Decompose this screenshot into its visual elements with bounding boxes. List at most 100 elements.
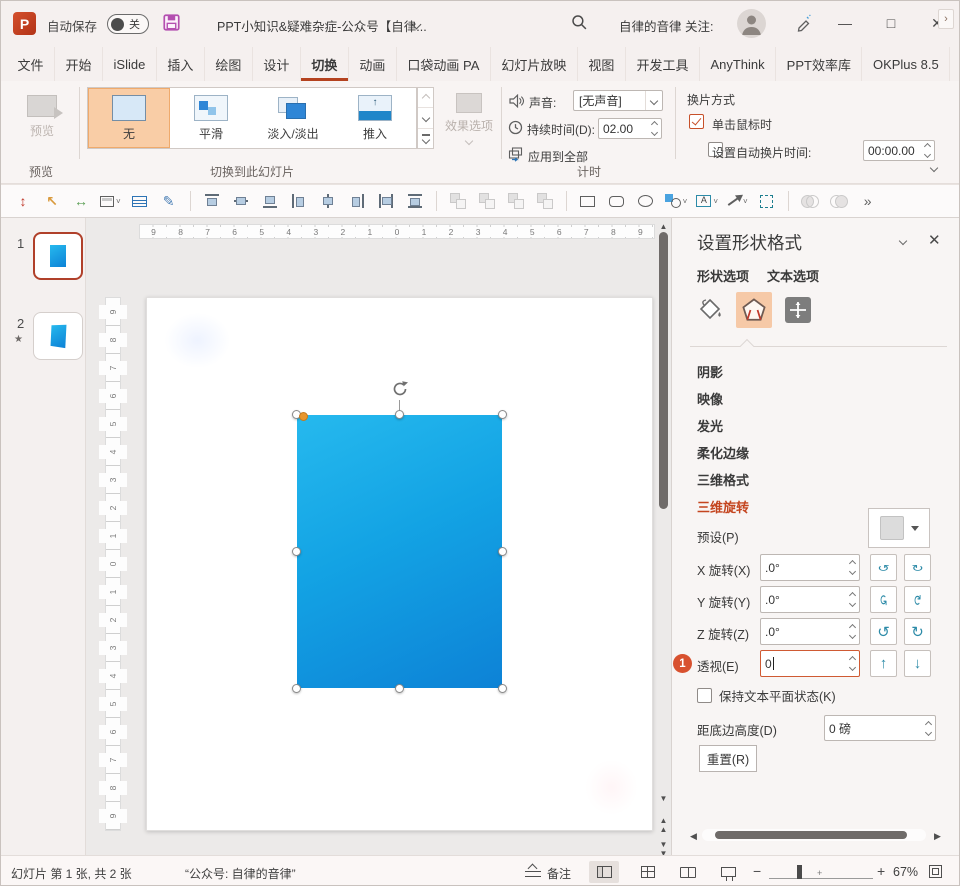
table-rows-button[interactable] [130, 190, 150, 212]
format-painter-button[interactable]: ✎ [159, 190, 179, 212]
zoom-slider-thumb[interactable] [797, 865, 802, 879]
select-object-button[interactable]: ↖ [42, 190, 62, 212]
pen-icon[interactable] [795, 14, 813, 32]
keep-text-flat-label[interactable]: 保持文本平面状态(K) [719, 686, 836, 705]
panel-close-button[interactable]: ✕ [928, 231, 941, 249]
z-rotation-input[interactable]: .0° [760, 618, 860, 645]
ribbon-tab[interactable]: OKPlus 8.5 [861, 47, 949, 81]
notes-icon[interactable] [525, 866, 541, 878]
slide-canvas[interactable] [146, 297, 653, 831]
advance-after-spinner[interactable]: 00:00.00 [863, 140, 935, 161]
perspective-increase-button[interactable]: ↑ [870, 650, 897, 677]
marquee-select-button[interactable] [757, 190, 777, 212]
z-rotate-right-button[interactable]: ↻ [904, 618, 931, 645]
scroll-left-icon[interactable]: ◀ [690, 831, 697, 842]
resize-handle-top-right[interactable] [498, 410, 507, 419]
tab-overflow-button[interactable]: › [938, 9, 954, 29]
on-mouse-click-label[interactable]: 单击鼠标时 [712, 116, 772, 133]
preview-button[interactable]: 预览 [15, 89, 69, 155]
size-properties-button[interactable] [780, 292, 816, 328]
gallery-more-button[interactable] [418, 129, 433, 148]
effects-section-item[interactable]: 三维格式 [697, 466, 749, 493]
resize-handle-bottom[interactable] [395, 684, 404, 693]
scrollbar-track[interactable] [702, 829, 926, 841]
align-left-button[interactable] [289, 190, 309, 212]
align-middle-button[interactable] [231, 190, 251, 212]
combobox-dropdown-icon[interactable] [645, 91, 657, 110]
spinner-arrows[interactable] [845, 593, 855, 606]
advance-after-label[interactable]: 设置自动换片时间: [712, 144, 811, 161]
resize-handle-right[interactable] [498, 547, 507, 556]
x-rotate-left-button[interactable]: ↺ [870, 554, 897, 581]
transition-push-item[interactable]: ↑推入 [334, 88, 416, 148]
transition-fade-item[interactable]: 淡入/淡出 [252, 88, 334, 148]
reset-button[interactable]: 重置(R) [699, 745, 757, 772]
shapes-gallery-button[interactable]: ˅ [665, 190, 688, 212]
spinner-arrows[interactable] [845, 657, 855, 670]
spinner-arrows[interactable] [845, 625, 855, 638]
effects-section-item[interactable]: 映像 [697, 385, 749, 412]
slide-sorter-view-button[interactable] [633, 861, 663, 883]
align-bottom-button[interactable] [260, 190, 280, 212]
collapse-ribbon-icon[interactable] [930, 164, 938, 172]
fill-line-button[interactable] [692, 292, 728, 328]
effects-button[interactable] [736, 292, 772, 328]
zoom-in-button[interactable]: + [877, 863, 885, 879]
avatar[interactable] [737, 9, 766, 38]
ribbon-tab[interactable]: OK10 GC [949, 47, 960, 81]
align-top-button[interactable] [202, 190, 222, 212]
effects-section-item[interactable]: 阴影 [697, 358, 749, 385]
canvas-scroll-down-button[interactable]: ▼ [657, 794, 670, 803]
distribute-horizontal-button[interactable] [376, 190, 396, 212]
document-title[interactable]: PPT小知识&疑难杂症-公众号【自律... [217, 16, 427, 35]
placeholder-box-button[interactable]: ˅ [100, 190, 121, 212]
gallery-scroll-up-button[interactable] [418, 88, 433, 108]
resize-handle-bottom-right[interactable] [498, 684, 507, 693]
y-rotate-left-button[interactable]: ↺ [870, 586, 897, 613]
scrollbar-thumb[interactable] [715, 831, 907, 839]
slide-thumbnail[interactable] [33, 232, 83, 280]
ribbon-tab[interactable]: AnyThink [699, 47, 775, 81]
text-box-button[interactable]: ˅ [696, 190, 718, 212]
transition-morph-item[interactable]: 平滑 [170, 88, 252, 148]
distance-spinner[interactable]: 0 磅 [824, 715, 936, 741]
adjust-handle[interactable] [299, 412, 308, 421]
perspective-decrease-button[interactable]: ↓ [904, 650, 931, 677]
more-tools-button[interactable]: » [858, 190, 878, 212]
rectangle-shape-button[interactable] [578, 190, 598, 212]
next-slide-button[interactable]: ▼▼ [657, 840, 670, 855]
scroll-right-icon[interactable]: ▶ [934, 831, 941, 842]
resize-handle-bottom-left[interactable] [292, 684, 301, 693]
ribbon-tab[interactable]: 口袋动画 PA [396, 47, 490, 81]
y-rotate-right-button[interactable]: ↻ [904, 586, 931, 613]
panel-collapse-icon[interactable] [899, 237, 907, 245]
zoom-out-button[interactable]: − [753, 863, 761, 879]
normal-view-button[interactable] [589, 861, 619, 883]
slide-thumbnail[interactable] [33, 312, 83, 360]
minimize-button[interactable]: — [823, 1, 867, 45]
notes-label[interactable]: 备注 [547, 865, 571, 882]
distribute-vertical-button[interactable] [405, 190, 425, 212]
on-mouse-click-checkbox[interactable] [689, 114, 704, 129]
effects-section-item[interactable]: 发光 [697, 412, 749, 439]
spinner-arrows[interactable] [647, 122, 657, 135]
preset-dropdown[interactable] [868, 508, 930, 548]
ribbon-tab[interactable]: 插入 [156, 47, 204, 81]
ribbon-tab[interactable]: 开始 [54, 47, 102, 81]
rounded-rectangle-shape-button[interactable] [607, 190, 627, 212]
x-rotate-right-button[interactable]: ↻ [904, 554, 931, 581]
resize-handle-left[interactable] [292, 547, 301, 556]
ribbon-tab[interactable]: 文件 [7, 47, 54, 81]
previous-slide-button[interactable]: ▲▲ [657, 816, 670, 834]
ribbon-tab[interactable]: 视图 [577, 47, 625, 81]
keep-text-flat-checkbox[interactable] [697, 688, 712, 703]
account-text[interactable]: 自律的音律 关注: [619, 16, 713, 35]
rotate-handle-icon[interactable] [389, 378, 411, 400]
ribbon-tab[interactable]: 动画 [348, 47, 396, 81]
search-icon[interactable] [571, 14, 588, 31]
transition-none-item[interactable]: 无 [88, 88, 170, 148]
maximize-button[interactable]: □ [869, 1, 913, 45]
zoom-level[interactable]: 67% [893, 865, 918, 879]
format-panel-tab[interactable]: 文本选项 [767, 266, 819, 285]
horizontal-spacing-button[interactable]: ↔ [71, 190, 91, 212]
